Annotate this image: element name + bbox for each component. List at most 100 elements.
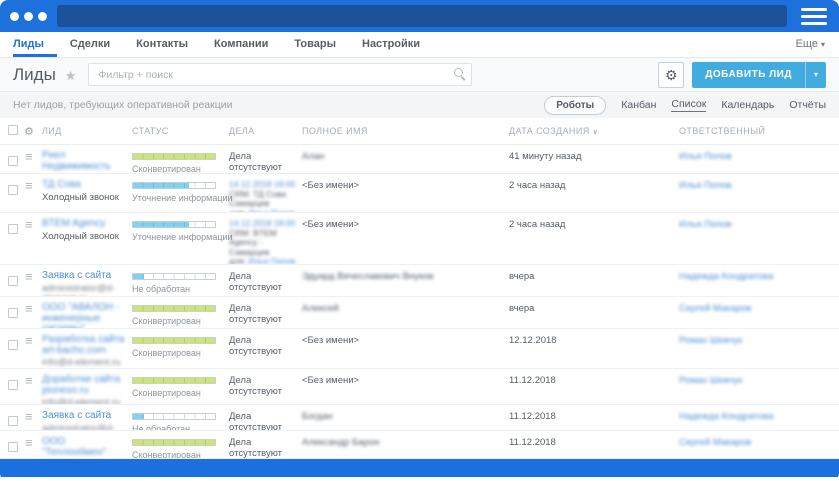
created-date: 41 минуту назад — [509, 151, 582, 162]
view-tab[interactable]: Календарь — [721, 99, 774, 111]
responsible-link[interactable]: Илья Попов — [679, 219, 732, 230]
search-box — [88, 63, 473, 86]
view-tab[interactable]: Отчёты — [789, 99, 826, 111]
table-row: ≡ Заявка с сайтаadministrator@d-element.r… — [0, 265, 839, 297]
col-header-activity[interactable]: ДЕЛА — [229, 126, 302, 136]
activity-cell: Дела отсутствуют — [229, 375, 283, 397]
row-checkbox[interactable] — [8, 185, 18, 195]
chevron-down-icon: ▾ — [820, 40, 825, 49]
lead-name-link[interactable]: Заявка с сайта — [42, 410, 111, 421]
page-title: Лиды — [13, 64, 56, 84]
responsible-link[interactable]: Сергей Макаров — [679, 437, 751, 448]
nav-tab[interactable]: Контакты — [123, 32, 201, 57]
table-row: ≡ ТД Сова Холодный звонок Уточнение информа… — [0, 174, 839, 213]
status-label: Сконвертирован — [132, 164, 201, 174]
nav-tab[interactable]: Лиды — [13, 32, 57, 57]
row-menu-icon[interactable]: ≡ — [25, 149, 33, 164]
status-progress-bar — [132, 182, 216, 189]
full-name: <Без имени> — [302, 219, 360, 230]
status-progress-bar — [132, 273, 216, 280]
responsible-link[interactable]: Надежда Кондратова — [679, 271, 773, 282]
lead-name-link[interactable]: Доработки сайта pioneso.ru — [42, 374, 120, 396]
lead-subtext: administrator@d-element.ru — [42, 422, 115, 431]
responsible-link[interactable]: Илья Попов — [679, 180, 732, 191]
status-label: Не обработан — [132, 424, 191, 431]
view-tab[interactable]: Роботы — [544, 95, 607, 115]
created-date: 2 часа назад — [509, 180, 566, 191]
activity-cell: Дела отсутствуют — [229, 437, 283, 459]
add-lead-button[interactable]: ДОБАВИТЬ ЛИД ▾ — [692, 61, 826, 88]
activity-cell: 14.12.2018 18:00 CRM: ТД Сова Самарцев для:… — [229, 174, 302, 212]
col-header-created[interactable]: ДАТА СОЗДАНИЯ ∨ — [509, 126, 679, 136]
full-name: <Без имени> — [302, 180, 360, 191]
view-tab[interactable]: Канбан — [621, 99, 656, 111]
crm-nav: Лиды Сделки Контакты Компании Товары Настройк… — [0, 32, 839, 58]
row-menu-icon[interactable]: ≡ — [25, 269, 33, 284]
col-header-responsible[interactable]: ОТВЕТСТВЕННЫЙ — [679, 126, 839, 136]
app-menu-dots-icon[interactable] — [10, 11, 47, 21]
row-checkbox[interactable] — [8, 276, 18, 286]
lead-name-link[interactable]: Разработка сайта art-bacho.com — [42, 334, 124, 356]
search-icon[interactable] — [454, 68, 464, 77]
status-progress-bar — [132, 439, 216, 446]
settings-gear-button[interactable]: ⚙ — [658, 61, 685, 88]
status-label: Сконвертирован — [132, 316, 201, 326]
lead-subtext: Холодный звонок — [42, 230, 119, 242]
info-strip: Нет лидов, требующих оперативной реакции… — [0, 91, 839, 118]
col-header-status[interactable]: СТАТУС — [132, 126, 229, 136]
full-name: Алексей — [302, 303, 339, 314]
nav-tab[interactable]: Товары — [281, 32, 349, 57]
row-checkbox[interactable] — [8, 340, 18, 350]
created-date: вчера — [509, 271, 535, 282]
responsible-link[interactable]: Надежда Кондратова — [679, 411, 773, 422]
lead-name-link[interactable]: Заявка с сайта — [42, 270, 111, 281]
nav-more-button[interactable]: Еще ▾ — [796, 32, 839, 57]
col-header-full-name[interactable]: ПОЛНОЕ ИМЯ — [302, 126, 509, 136]
select-all-checkbox[interactable] — [8, 125, 18, 135]
status-progress-bar — [132, 153, 216, 160]
nav-tab[interactable]: Компании — [201, 32, 281, 57]
lead-name-link[interactable]: Риел Недвижимость — [42, 150, 111, 172]
row-checkbox[interactable] — [8, 308, 18, 318]
row-checkbox[interactable] — [8, 416, 18, 426]
col-header-lead[interactable]: ЛИД — [42, 126, 132, 136]
lead-name-link[interactable]: ООО "АВАЛОН - инженерные системы" — [42, 302, 119, 328]
search-input[interactable] — [88, 63, 473, 86]
table-row: ≡ООО "Теплообмен"info@d-element.ruСконве… — [0, 431, 839, 459]
responsible-link[interactable]: Илья Попов — [679, 151, 732, 162]
favorite-star-icon[interactable]: ★ — [65, 68, 77, 84]
row-menu-icon[interactable]: ≡ — [25, 435, 33, 450]
activity-cell: Дела отсутствуют — [229, 151, 283, 173]
view-switcher: Роботы Канбан Список Календарь Отчёты — [544, 95, 826, 115]
responsible-link[interactable]: Роман Шевчук — [679, 375, 742, 386]
table-row: ≡ Заявка с сайтаadministrator@d-element.r… — [0, 405, 839, 431]
row-checkbox[interactable] — [8, 224, 18, 234]
lead-name-link[interactable]: ООО "Теплообмен" — [42, 436, 106, 458]
row-menu-icon[interactable]: ≡ — [25, 373, 33, 388]
add-lead-dropdown-icon[interactable]: ▾ — [805, 61, 826, 88]
responsible-link[interactable]: Роман Шевчук — [679, 335, 742, 346]
status-label: Сконвертирован — [132, 348, 201, 358]
hamburger-menu-icon[interactable] — [801, 7, 827, 25]
row-menu-icon[interactable]: ≡ — [25, 217, 33, 232]
row-menu-icon[interactable]: ≡ — [25, 178, 33, 193]
created-date: 11.12.2018 — [509, 375, 556, 386]
row-menu-icon[interactable]: ≡ — [25, 333, 33, 348]
nav-tab[interactable]: Настройки — [349, 32, 433, 57]
nav-tab[interactable]: Сделки — [57, 32, 123, 57]
row-checkbox[interactable] — [8, 442, 18, 452]
status-label: Сконвертирован — [132, 450, 201, 459]
lead-name-link[interactable]: ТД Сова — [42, 179, 81, 190]
row-checkbox[interactable] — [8, 380, 18, 390]
no-leads-message: Нет лидов, требующих оперативной реакции — [13, 99, 233, 111]
row-menu-icon[interactable]: ≡ — [25, 301, 33, 316]
lead-name-link[interactable]: BTEM Agency — [42, 218, 105, 229]
toolbar: Лиды ★ ⚙ ДОБАВИТЬ ЛИД ▾ — [0, 58, 839, 91]
row-checkbox[interactable] — [8, 156, 18, 166]
view-tab[interactable]: Список — [671, 98, 707, 112]
row-menu-icon[interactable]: ≡ — [25, 409, 33, 424]
activity-cell: Дела отсутствуют — [229, 335, 283, 357]
columns-gear-icon[interactable]: ⚙ — [20, 125, 42, 138]
table-row: ≡ООО "АВАЛОН - инженерные системы"admini… — [0, 297, 839, 329]
responsible-link[interactable]: Сергей Макаров — [679, 303, 751, 314]
